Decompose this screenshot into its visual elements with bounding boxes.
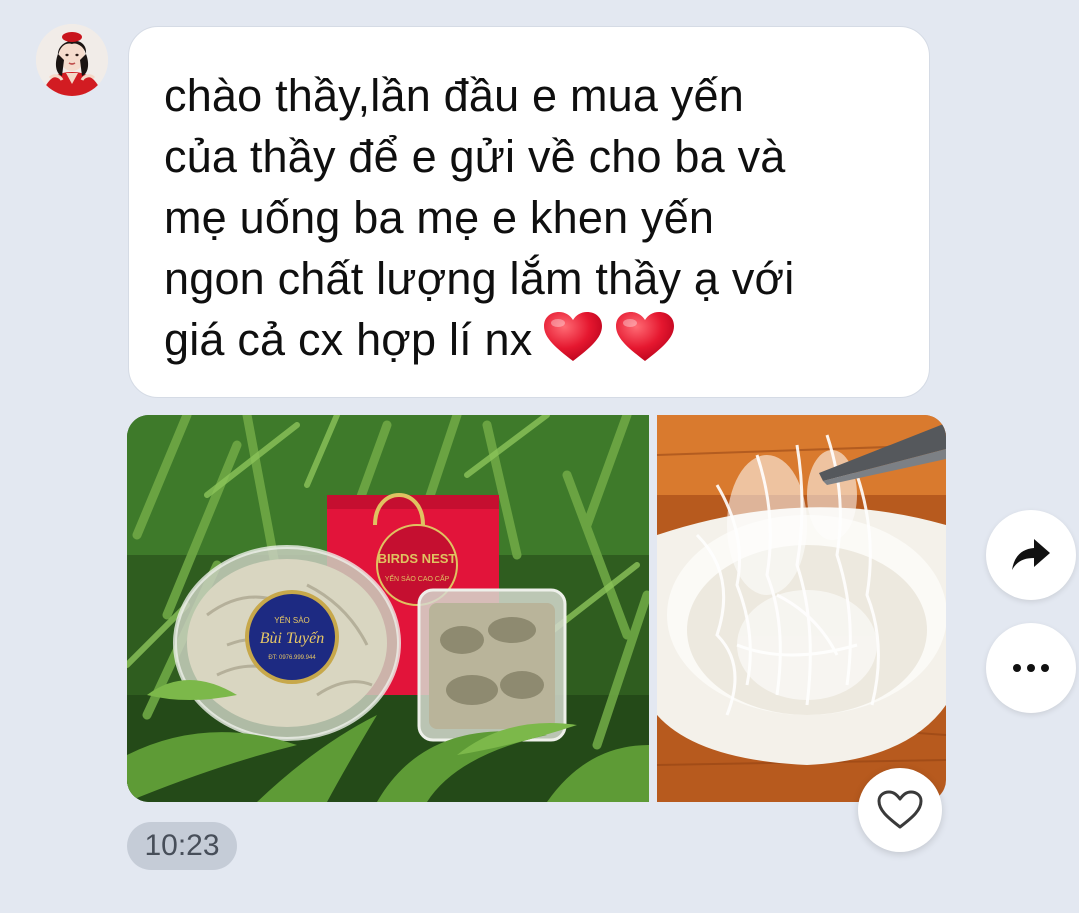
sender-avatar[interactable] [36, 24, 108, 96]
react-heart-button[interactable] [858, 768, 942, 852]
more-dots-icon [1013, 664, 1049, 672]
heart-emoji-icon [542, 311, 604, 378]
avatar-image [36, 24, 108, 96]
heart-emoji-icon [614, 311, 676, 378]
bag-label: BIRDS NEST [378, 551, 457, 566]
more-options-button[interactable] [986, 623, 1076, 713]
round-nest-container: YẾN SÀO Bùi Tuyến ĐT: 0976.999.944 [173, 545, 401, 741]
message-timestamp: 10:23 [127, 822, 237, 870]
seal-phone: ĐT: 0976.999.944 [268, 655, 316, 661]
seal-brand: Bùi Tuyến [260, 630, 324, 647]
message-body: chào thầy,lần đầu e mua yến của thầy để … [164, 70, 795, 365]
share-arrow-icon [1012, 539, 1050, 570]
square-nest-box [417, 588, 567, 742]
seal-top: YẾN SÀO [274, 615, 310, 625]
share-button[interactable] [986, 510, 1076, 600]
heart-outline-icon [877, 790, 923, 829]
attached-photo-products[interactable]: BIRDS NEST YẾN SÀO CAO CẤP YẾN SÀO Bùi T… [127, 415, 649, 802]
message-text: chào thầy,lần đầu e mua yến của thầy để … [164, 65, 893, 378]
message-bubble[interactable]: chào thầy,lần đầu e mua yến của thầy để … [128, 26, 930, 398]
attached-photo-bowl[interactable] [657, 415, 946, 802]
